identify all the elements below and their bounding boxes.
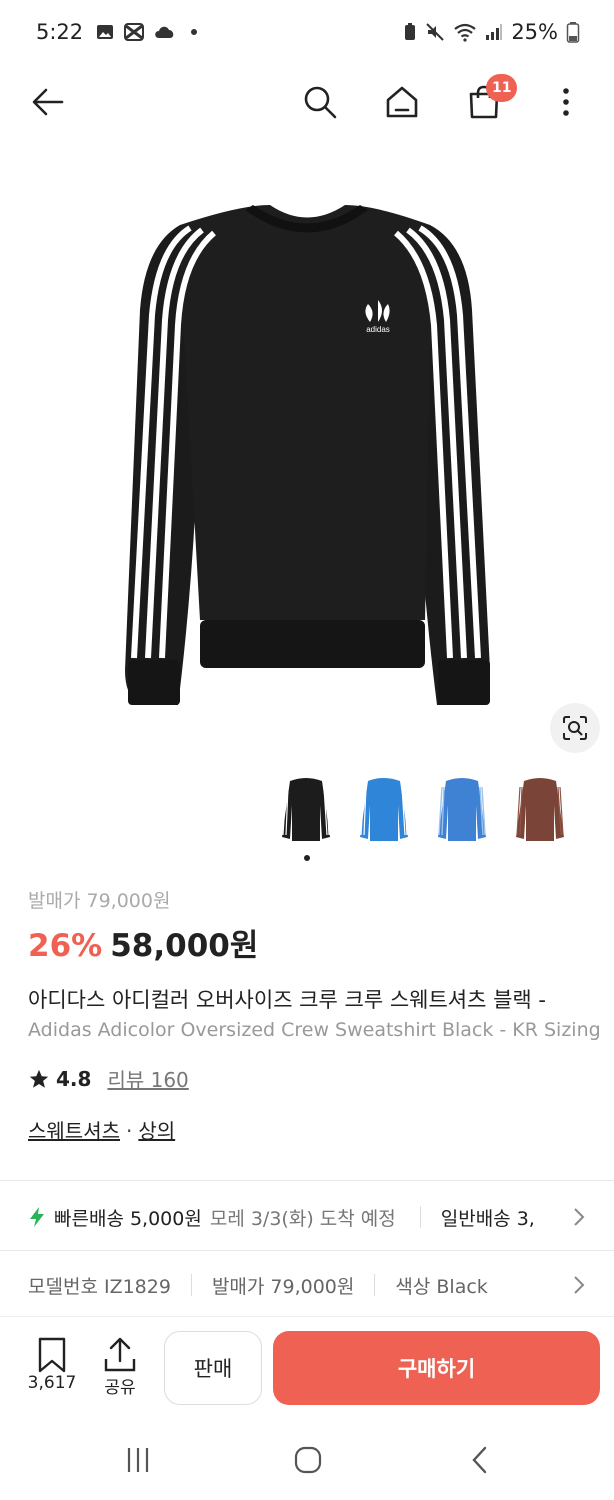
cart-count-badge: 11 [486, 74, 518, 102]
share-label: 공유 [104, 1378, 136, 1398]
gallery-icon [97, 25, 114, 39]
signal-icon [486, 24, 503, 40]
search-button[interactable] [296, 78, 344, 126]
lens-search-icon [563, 716, 587, 740]
system-nav-bar [0, 1420, 614, 1500]
top-nav: 11 [0, 66, 614, 138]
reviews-link[interactable]: 리뷰 160 [107, 1064, 188, 1093]
wifi-icon [454, 23, 476, 42]
category-link-top[interactable]: 상의 [138, 1119, 175, 1143]
section-divider [0, 1180, 614, 1181]
more-notifications-dot [191, 29, 198, 35]
home-button[interactable] [378, 78, 426, 126]
thumb-brown[interactable] [512, 772, 568, 848]
recent-apps-button[interactable] [118, 1440, 158, 1480]
buy-button[interactable]: 구매하기 [273, 1331, 600, 1405]
sell-button[interactable]: 판매 [164, 1331, 262, 1405]
normal-shipping-label: 일반배송 3, [440, 1207, 535, 1230]
arrow-left-icon [32, 88, 64, 116]
product-title-en: Adidas Adicolor Oversized Crew Sweatshir… [28, 1019, 601, 1041]
home-circle-icon [294, 1446, 322, 1474]
bottom-action-bar: 3,617 공유 판매 구매하기 [0, 1316, 614, 1420]
rating-value: 4.8 [56, 1066, 92, 1091]
notification-icons [95, 22, 198, 42]
section-divider [0, 1250, 614, 1251]
category-link-sweatshirt[interactable]: 스웨트셔츠 [28, 1119, 120, 1143]
product-title-ko: 아디다스 아디컬러 오버사이즈 크루 크루 스웨트셔츠 블랙 - [28, 988, 546, 1012]
rating-row: 4.8 리뷰 160 [28, 1064, 189, 1093]
discount-rate: 26% [28, 928, 103, 964]
cloud-icon [155, 26, 174, 38]
category-breadcrumb: 스웨트셔츠 · 상의 [28, 1115, 175, 1144]
status-time: 5:22 [36, 20, 84, 44]
sweatshirt-image: adidas [125, 205, 490, 705]
home-icon [386, 86, 418, 118]
product-image[interactable]: adidas [0, 150, 614, 760]
meta-separator [190, 1274, 192, 1296]
share-icon [104, 1337, 136, 1372]
thumb-black[interactable] [278, 772, 334, 848]
thumb-blue[interactable] [356, 772, 412, 848]
star-icon [29, 1069, 49, 1088]
battery-saver-icon [405, 23, 416, 40]
battery-icon [566, 22, 580, 43]
chevron-right-icon[interactable] [570, 1206, 588, 1228]
capcut-icon [124, 23, 145, 41]
cart-button[interactable]: 11 [460, 74, 518, 126]
battery-percent: 25% [511, 20, 558, 44]
buy-label: 구매하기 [397, 1357, 476, 1381]
product-meta-row[interactable]: 모델번호 IZ1829 발매가 79,000원 색상 Black [28, 1258, 614, 1312]
fast-shipping-eta: 모레 3/3(화) 도착 예정 [209, 1207, 396, 1230]
more-vertical-icon [563, 88, 569, 116]
back-nav-button[interactable] [460, 1440, 500, 1480]
shipping-row[interactable]: 빠른배송 5,000원 모레 3/3(화) 도착 예정 일반배송 3, [28, 1190, 614, 1244]
share-button[interactable]: 공유 [96, 1337, 144, 1398]
save-button[interactable]: 3,617 [26, 1337, 78, 1393]
home-nav-button[interactable] [288, 1440, 328, 1480]
meta-retail-price: 발매가 79,000원 [211, 1275, 355, 1298]
color-thumbnails [278, 772, 568, 848]
chevron-right-icon[interactable] [570, 1274, 588, 1296]
fast-shipping-label: 빠른배송 5,000원 [54, 1207, 202, 1230]
sale-price: 58,000원 [110, 928, 259, 964]
meta-color: 색상 Black [395, 1275, 488, 1298]
category-separator: · [126, 1119, 133, 1143]
back-button[interactable] [24, 78, 72, 126]
status-bar: 5:22 25% [0, 0, 614, 64]
meta-separator [374, 1274, 376, 1296]
sell-label: 판매 [193, 1357, 233, 1381]
lightning-icon [30, 1207, 44, 1227]
bookmark-icon [38, 1337, 66, 1373]
save-count: 3,617 [27, 1373, 77, 1393]
chevron-left-icon [472, 1446, 487, 1474]
search-icon [304, 86, 337, 119]
carousel-indicator [304, 855, 310, 861]
price-line: 26% 58,000원 [28, 920, 258, 965]
recent-apps-icon [127, 1448, 149, 1472]
more-options-button[interactable] [542, 78, 590, 126]
image-search-button[interactable] [550, 703, 600, 753]
model-number: 모델번호 IZ1829 [28, 1275, 171, 1298]
logo-text: adidas [366, 325, 390, 334]
mute-icon [426, 23, 445, 41]
shipping-separator [419, 1206, 421, 1228]
retail-price-label: 발매가 79,000원 [28, 890, 171, 912]
thumb-light-blue[interactable] [434, 772, 490, 848]
